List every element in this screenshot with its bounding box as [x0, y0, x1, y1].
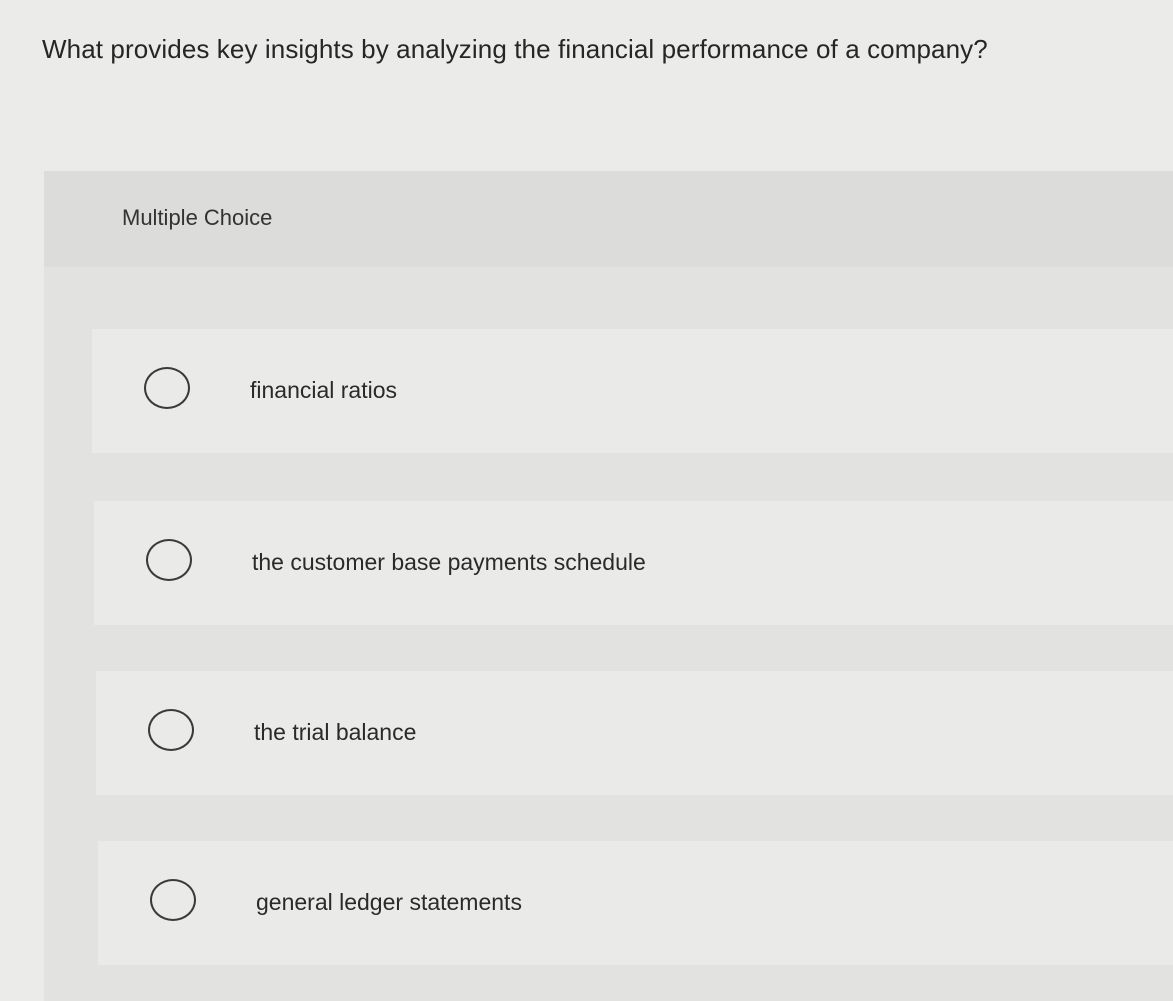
radio-button[interactable] [150, 879, 196, 921]
answer-option-label[interactable]: financial ratios [250, 377, 397, 404]
radio-button[interactable] [148, 709, 194, 751]
answer-option[interactable]: the customer base payments schedule [94, 501, 1173, 625]
answer-option[interactable]: general ledger statements [98, 841, 1173, 965]
multiple-choice-title: Multiple Choice [122, 205, 273, 230]
answer-option-label[interactable]: the customer base payments schedule [252, 549, 646, 576]
radio-button[interactable] [144, 367, 190, 409]
radio-button[interactable] [146, 539, 192, 581]
answer-option-label[interactable]: general ledger statements [256, 889, 522, 916]
answer-option[interactable]: the trial balance [96, 671, 1173, 795]
multiple-choice-panel: Multiple Choice financial ratios the cus… [44, 171, 1173, 1001]
question-text: What provides key insights by analyzing … [42, 34, 988, 64]
answer-option[interactable]: financial ratios [92, 329, 1173, 453]
multiple-choice-header: Multiple Choice [44, 171, 1173, 267]
answer-option-label[interactable]: the trial balance [254, 719, 416, 746]
